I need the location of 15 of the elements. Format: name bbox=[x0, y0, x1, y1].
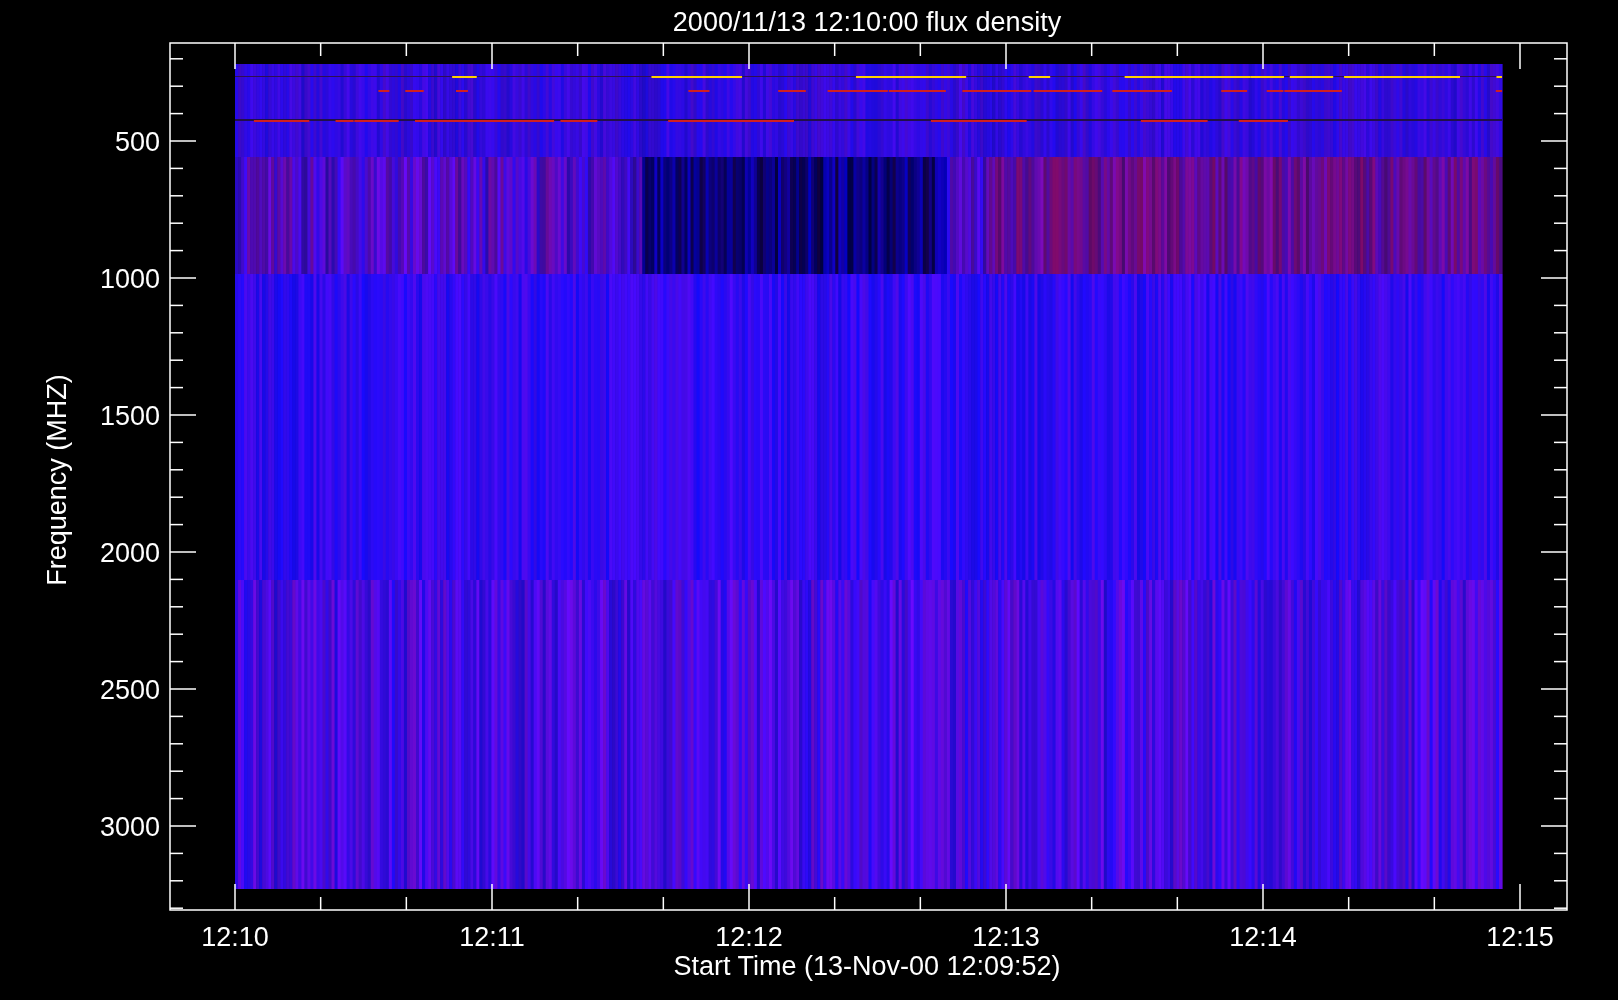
axis-label: Start Time (13-Nov-00 12:09:52) bbox=[673, 951, 1061, 981]
tick-label: 12:15 bbox=[1486, 922, 1554, 952]
tick-label: 500 bbox=[114, 127, 160, 157]
plot-title: 2000/11/13 12:10:00 flux density bbox=[672, 7, 1062, 37]
tick-label: 2000 bbox=[99, 538, 160, 568]
tick-label: 2500 bbox=[99, 675, 160, 705]
tick-label: 1500 bbox=[99, 401, 160, 431]
tick-label: 12:14 bbox=[1229, 922, 1297, 952]
axis-label: Frequency (MHZ) bbox=[42, 374, 72, 586]
tick-label: 3000 bbox=[99, 812, 160, 842]
tick-label: 12:12 bbox=[715, 922, 783, 952]
tick-label: 12:10 bbox=[201, 922, 269, 952]
tick-label: 1000 bbox=[99, 264, 160, 294]
tick-label: 12:13 bbox=[972, 922, 1040, 952]
tick-label: 12:11 bbox=[459, 922, 525, 952]
